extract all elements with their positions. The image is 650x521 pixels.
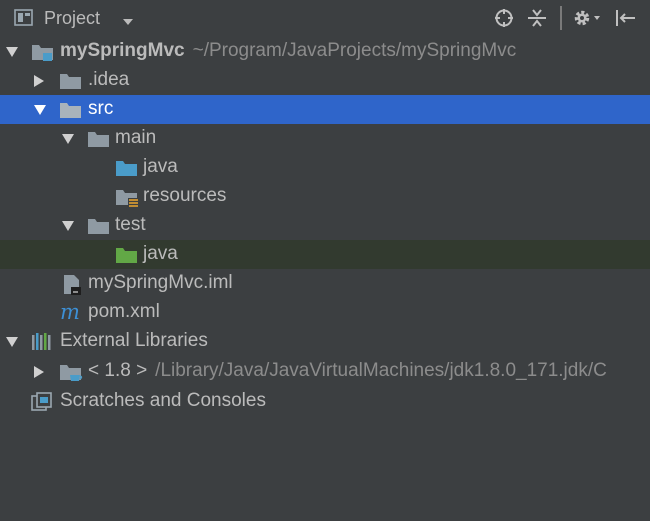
folder-icon xyxy=(87,216,111,240)
folder-icon xyxy=(59,100,83,124)
expanded-arrow-icon[interactable] xyxy=(61,132,75,150)
iml-file-icon xyxy=(61,274,83,298)
tree-row-test[interactable]: test xyxy=(0,211,650,240)
tree-row-src[interactable]: src xyxy=(0,95,650,124)
folder-icon xyxy=(87,129,111,153)
tree-row-project-root[interactable]: mySpringMvc ~/Program/JavaProjects/mySpri… xyxy=(0,37,650,66)
expanded-arrow-icon[interactable] xyxy=(5,335,19,353)
tree-row-external-libraries[interactable]: External Libraries xyxy=(0,327,650,356)
external-libraries-label: External Libraries xyxy=(60,330,208,351)
toolbar-separator xyxy=(559,6,563,35)
locate-icon[interactable] xyxy=(494,8,514,33)
project-tool-window-header: Project xyxy=(0,0,650,36)
collapsed-arrow-icon[interactable] xyxy=(33,74,45,93)
svg-text:m: m xyxy=(60,301,80,323)
project-root-path: ~/Program/JavaProjects/mySpringMvc xyxy=(192,40,517,61)
tree-row-pom[interactable]: m pom.xml xyxy=(0,298,650,327)
test-source-folder-icon xyxy=(115,245,139,269)
resources-folder-icon xyxy=(115,187,141,211)
tree-row-iml[interactable]: mySpringMvc.iml xyxy=(0,269,650,298)
main-folder-label: main xyxy=(115,127,157,148)
tree-row-scratches[interactable]: Scratches and Consoles xyxy=(0,387,650,416)
source-folder-icon xyxy=(115,158,139,182)
project-root-label: mySpringMvc xyxy=(60,40,185,61)
pom-file-label: pom.xml xyxy=(88,301,160,322)
scratches-icon xyxy=(31,392,55,416)
project-view-icon[interactable] xyxy=(14,9,34,32)
expanded-arrow-icon[interactable] xyxy=(61,219,75,237)
module-folder-icon xyxy=(31,42,55,66)
iml-file-label: mySpringMvc.iml xyxy=(88,272,233,293)
expanded-arrow-icon[interactable] xyxy=(5,45,19,63)
project-view-title[interactable]: Project xyxy=(44,8,100,29)
scratches-label: Scratches and Consoles xyxy=(60,390,266,411)
collapsed-arrow-icon[interactable] xyxy=(33,365,45,384)
jdk-folder-icon xyxy=(59,362,85,386)
test-folder-label: test xyxy=(115,214,146,235)
tree-row-test-java[interactable]: java xyxy=(0,240,650,269)
jdk-path: /Library/Java/JavaVirtualMachines/jdk1.8… xyxy=(155,360,607,381)
tree-row-resources[interactable]: resources xyxy=(0,182,650,211)
tree-row-main-java[interactable]: java xyxy=(0,153,650,182)
tree-row-main[interactable]: main xyxy=(0,124,650,153)
hide-panel-icon[interactable] xyxy=(614,8,636,33)
expanded-arrow-icon[interactable] xyxy=(33,103,47,121)
resources-folder-label: resources xyxy=(143,185,227,206)
maven-icon: m xyxy=(59,300,83,327)
src-folder-label: src xyxy=(88,98,114,119)
tree-row-jdk[interactable]: < 1.8 > /Library/Java/JavaVirtualMachines… xyxy=(0,357,650,386)
test-java-label: java xyxy=(143,243,178,264)
gear-icon[interactable] xyxy=(572,8,602,33)
view-dropdown-icon[interactable] xyxy=(122,13,134,31)
idea-folder-label: .idea xyxy=(88,69,130,90)
project-panel: Project mySpringMvc ~/Program/JavaProjec… xyxy=(0,0,650,521)
library-icon xyxy=(31,332,55,356)
folder-icon xyxy=(59,71,83,95)
collapse-all-icon[interactable] xyxy=(527,8,547,33)
tree-row-idea[interactable]: .idea xyxy=(0,66,650,95)
main-java-label: java xyxy=(143,156,178,177)
jdk-version-label: < 1.8 > xyxy=(88,360,148,381)
